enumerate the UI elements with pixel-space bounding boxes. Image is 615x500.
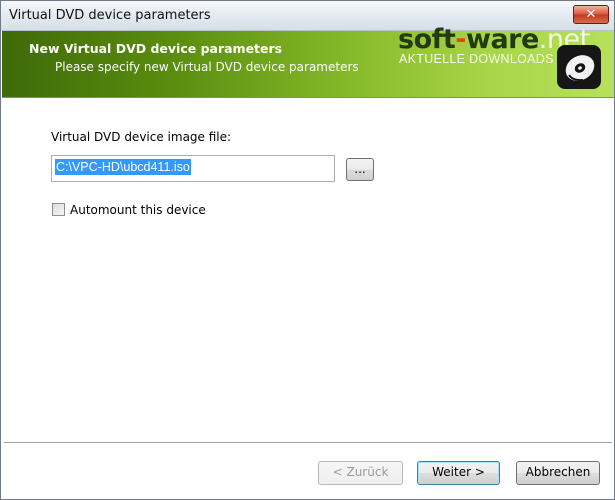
header-banner: New Virtual DVD device parameters Please… <box>2 24 614 98</box>
watermark-brand-part2: ware <box>466 24 539 55</box>
watermark-brand-dash: - <box>455 24 466 55</box>
close-button[interactable]: ✕ <box>573 5 609 24</box>
banner-subtitle: Please specify new Virtual DVD device pa… <box>55 60 359 74</box>
dvd-disc-icon <box>557 45 601 89</box>
image-file-input[interactable]: C:\VPC-HD\ubcd411.iso <box>51 155 335 182</box>
browse-button[interactable]: ... <box>346 158 374 181</box>
banner-title: New Virtual DVD device parameters <box>29 41 283 56</box>
next-button[interactable]: Weiter > <box>417 461 500 485</box>
automount-checkbox[interactable] <box>52 203 65 216</box>
footer-separator <box>4 442 612 444</box>
automount-label[interactable]: Automount this device <box>70 203 206 217</box>
back-button[interactable]: < Zurück <box>318 461 403 485</box>
close-icon: ✕ <box>585 7 597 22</box>
window-title: Virtual DVD device parameters <box>9 8 211 23</box>
dialog-window: Virtual DVD device parameters ✕ New Virt… <box>0 0 615 500</box>
watermark-brand-part1: soft <box>398 24 456 55</box>
cancel-button[interactable]: Abbrechen <box>516 461 600 485</box>
image-file-value: C:\VPC-HD\ubcd411.iso <box>55 159 191 175</box>
image-file-label: Virtual DVD device image file: <box>51 130 232 144</box>
watermark-tagline: AKTUELLE DOWNLOADS <box>399 52 554 66</box>
